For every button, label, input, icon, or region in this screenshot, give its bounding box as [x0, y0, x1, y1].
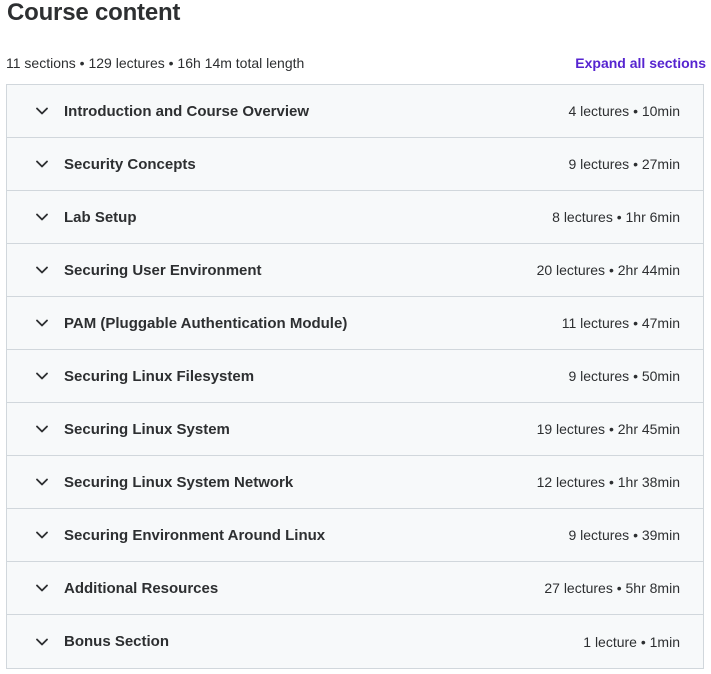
chevron-down-icon [35, 475, 49, 489]
section-meta: 9 lectures • 27min [568, 156, 680, 172]
section-item[interactable]: Securing Linux Filesystem 9 lectures • 5… [7, 350, 703, 403]
section-item[interactable]: Security Concepts 9 lectures • 27min [7, 138, 703, 191]
chevron-down-icon [35, 422, 49, 436]
chevron-down-icon [35, 316, 49, 330]
section-title: Securing Environment Around Linux [64, 526, 326, 544]
section-item[interactable]: Introduction and Course Overview 4 lectu… [7, 85, 703, 138]
section-title: Securing Linux Filesystem [64, 367, 255, 385]
section-meta: 20 lectures • 2hr 44min [536, 262, 680, 278]
chevron-down-icon [35, 263, 49, 277]
section-meta: 11 lectures • 47min [561, 315, 680, 331]
section-item[interactable]: Securing Linux System Network 12 lecture… [7, 456, 703, 509]
section-meta: 12 lectures • 1hr 38min [536, 474, 680, 490]
section-title: Lab Setup [64, 208, 137, 226]
chevron-down-icon [35, 369, 49, 383]
section-meta: 1 lecture • 1min [583, 633, 680, 650]
chevron-down-icon [35, 210, 49, 224]
section-meta: 19 lectures • 2hr 45min [536, 421, 680, 437]
section-item[interactable]: Securing User Environment 20 lectures • … [7, 244, 703, 297]
section-title: PAM (Pluggable Authentication Module) [64, 314, 348, 332]
chevron-down-icon [35, 104, 49, 118]
section-title: Securing Linux System [64, 420, 230, 438]
section-meta: 9 lectures • 39min [568, 527, 680, 543]
section-item[interactable]: Bonus Section 1 lecture • 1min [7, 615, 703, 668]
section-title: Securing User Environment [64, 261, 262, 279]
section-title: Security Concepts [64, 155, 196, 173]
section-meta: 27 lectures • 5hr 8min [544, 580, 680, 596]
section-meta: 4 lectures • 10min [568, 103, 680, 119]
section-title: Additional Resources [64, 579, 219, 597]
chevron-down-icon [35, 635, 49, 649]
section-item[interactable]: Lab Setup 8 lectures • 1hr 6min [7, 191, 703, 244]
section-item[interactable]: Securing Environment Around Linux 9 lect… [7, 509, 703, 562]
page-title: Course content [7, 0, 181, 26]
section-item[interactable]: Securing Linux System 19 lectures • 2hr … [7, 403, 703, 456]
section-meta: 9 lectures • 50min [568, 368, 680, 384]
section-title: Bonus Section [64, 633, 170, 650]
expand-all-sections-button[interactable]: Expand all sections [575, 55, 706, 71]
sections-list: Introduction and Course Overview 4 lectu… [6, 84, 704, 669]
course-summary: 11 sections • 129 lectures • 16h 14m tot… [6, 55, 305, 71]
course-summary-row: 11 sections • 129 lectures • 16h 14m tot… [6, 53, 706, 73]
chevron-down-icon [35, 528, 49, 542]
section-title: Securing Linux System Network [64, 473, 294, 491]
section-item[interactable]: PAM (Pluggable Authentication Module) 11… [7, 297, 703, 350]
chevron-down-icon [35, 581, 49, 595]
section-meta: 8 lectures • 1hr 6min [552, 209, 680, 225]
section-title: Introduction and Course Overview [64, 102, 310, 120]
chevron-down-icon [35, 157, 49, 171]
section-item[interactable]: Additional Resources 27 lectures • 5hr 8… [7, 562, 703, 615]
